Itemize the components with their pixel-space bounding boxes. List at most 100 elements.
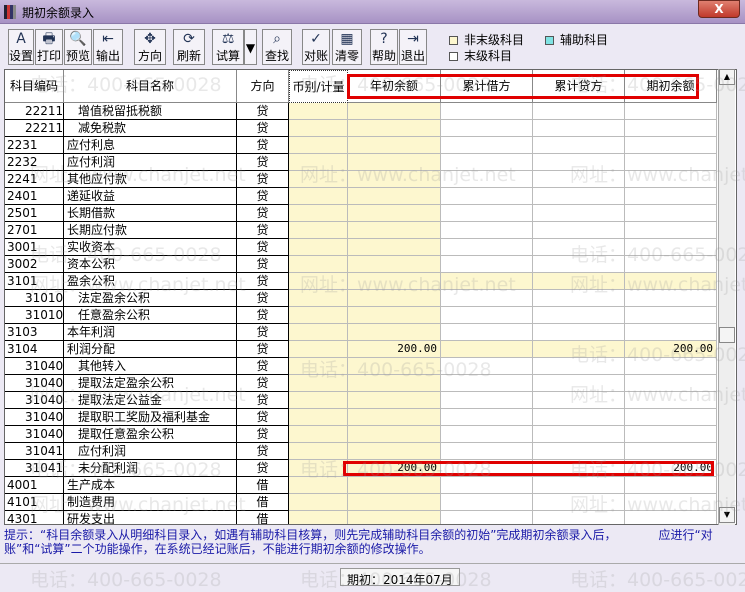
cell-opening-balance[interactable]: 200.00 (348, 341, 441, 358)
cell-currency[interactable] (289, 273, 348, 290)
cell-currency[interactable] (289, 171, 348, 188)
cell-credit-total[interactable] (533, 409, 625, 426)
cell-beginning-balance[interactable] (625, 290, 717, 307)
cell-opening-balance[interactable] (348, 290, 441, 307)
direction-button[interactable]: ✥ 方向 (134, 29, 166, 65)
cell-opening-balance[interactable] (348, 375, 441, 392)
cell-opening-balance[interactable] (348, 171, 441, 188)
cell-currency[interactable] (289, 375, 348, 392)
cell-debit-total[interactable] (441, 392, 533, 409)
cell-beginning-balance[interactable] (625, 120, 717, 137)
cell-currency[interactable] (289, 426, 348, 443)
cell-currency[interactable] (289, 443, 348, 460)
cell-opening-balance[interactable] (348, 477, 441, 494)
cell-currency[interactable] (289, 341, 348, 358)
cell-currency[interactable] (289, 256, 348, 273)
cell-credit-total[interactable] (533, 239, 625, 256)
exit-button[interactable]: ⇥ 退出 (399, 29, 427, 65)
cell-currency[interactable] (289, 324, 348, 341)
cell-beginning-balance[interactable] (625, 426, 717, 443)
cell-opening-balance[interactable] (348, 511, 441, 524)
refresh-button[interactable]: ⟳ 刷新 (173, 29, 205, 65)
cell-debit-total[interactable] (441, 511, 533, 524)
help-button[interactable]: ? 帮助 (370, 29, 398, 65)
cell-debit-total[interactable] (441, 307, 533, 324)
cell-credit-total[interactable] (533, 477, 625, 494)
cell-opening-balance[interactable] (348, 494, 441, 511)
cell-beginning-balance[interactable] (625, 358, 717, 375)
cell-beginning-balance[interactable] (625, 188, 717, 205)
cell-debit-total[interactable] (441, 171, 533, 188)
cell-beginning-balance[interactable] (625, 307, 717, 324)
cell-credit-total[interactable] (533, 392, 625, 409)
cell-opening-balance[interactable] (348, 222, 441, 239)
cell-credit-total[interactable] (533, 443, 625, 460)
column-header-direction[interactable]: 方向 (237, 70, 289, 103)
cell-opening-balance[interactable] (348, 137, 441, 154)
cell-credit-total[interactable] (533, 205, 625, 222)
trial-dropdown-button[interactable]: ▼ (244, 29, 257, 65)
cell-currency[interactable] (289, 358, 348, 375)
cell-credit-total[interactable] (533, 375, 625, 392)
cell-debit-total[interactable] (441, 443, 533, 460)
cell-debit-total[interactable] (441, 222, 533, 239)
cell-beginning-balance[interactable] (625, 409, 717, 426)
cell-opening-balance[interactable] (348, 392, 441, 409)
cell-credit-total[interactable] (533, 290, 625, 307)
cell-debit-total[interactable] (441, 154, 533, 171)
cell-beginning-balance[interactable] (625, 324, 717, 341)
cell-debit-total[interactable] (441, 324, 533, 341)
cell-credit-total[interactable] (533, 511, 625, 524)
cell-credit-total[interactable] (533, 222, 625, 239)
cell-debit-total[interactable] (441, 426, 533, 443)
cell-beginning-balance[interactable] (625, 239, 717, 256)
cell-currency[interactable] (289, 307, 348, 324)
settings-button[interactable]: A 设置 (8, 29, 34, 65)
cell-opening-balance[interactable] (348, 443, 441, 460)
cell-opening-balance[interactable] (348, 307, 441, 324)
column-header-debit-total[interactable]: 累计借方 (441, 70, 533, 103)
cell-credit-total[interactable] (533, 171, 625, 188)
cell-debit-total[interactable] (441, 188, 533, 205)
cell-credit-total[interactable] (533, 341, 625, 358)
cell-credit-total[interactable] (533, 256, 625, 273)
cell-debit-total[interactable] (441, 103, 533, 120)
cell-credit-total[interactable] (533, 426, 625, 443)
cell-credit-total[interactable] (533, 154, 625, 171)
cell-opening-balance[interactable] (348, 188, 441, 205)
cell-currency[interactable] (289, 103, 348, 120)
preview-button[interactable]: 🔍 预览 (64, 29, 92, 65)
cell-beginning-balance[interactable] (625, 443, 717, 460)
clear-button[interactable]: ▦ 清零 (332, 29, 362, 65)
cell-opening-balance[interactable] (348, 205, 441, 222)
cell-debit-total[interactable] (441, 358, 533, 375)
cell-opening-balance[interactable] (348, 154, 441, 171)
cell-currency[interactable] (289, 511, 348, 524)
cell-beginning-balance[interactable] (625, 171, 717, 188)
cell-opening-balance[interactable] (348, 273, 441, 290)
reconcile-button[interactable]: ✓ 对账 (302, 29, 330, 65)
cell-beginning-balance[interactable] (625, 477, 717, 494)
cell-debit-total[interactable] (441, 256, 533, 273)
trial-button[interactable]: ⚖ 试算 (212, 29, 244, 65)
cell-currency[interactable] (289, 290, 348, 307)
column-header-code[interactable]: 科目编码 (5, 70, 64, 103)
cell-currency[interactable] (289, 120, 348, 137)
cell-debit-total[interactable] (441, 341, 533, 358)
cell-opening-balance[interactable] (348, 358, 441, 375)
column-header-name[interactable]: 科目名称 (64, 70, 237, 103)
cell-opening-balance[interactable] (348, 120, 441, 137)
cell-currency[interactable] (289, 137, 348, 154)
cell-beginning-balance[interactable] (625, 256, 717, 273)
cell-opening-balance[interactable]: 200.00 (348, 460, 441, 477)
cell-beginning-balance[interactable] (625, 511, 717, 524)
cell-debit-total[interactable] (441, 409, 533, 426)
cell-beginning-balance[interactable] (625, 222, 717, 239)
cell-debit-total[interactable] (441, 120, 533, 137)
find-button[interactable]: ⌕ 查找 (262, 29, 292, 65)
close-button[interactable]: X (698, 0, 740, 18)
cell-credit-total[interactable] (533, 307, 625, 324)
cell-beginning-balance[interactable] (625, 154, 717, 171)
cell-debit-total[interactable] (441, 205, 533, 222)
cell-beginning-balance[interactable] (625, 494, 717, 511)
